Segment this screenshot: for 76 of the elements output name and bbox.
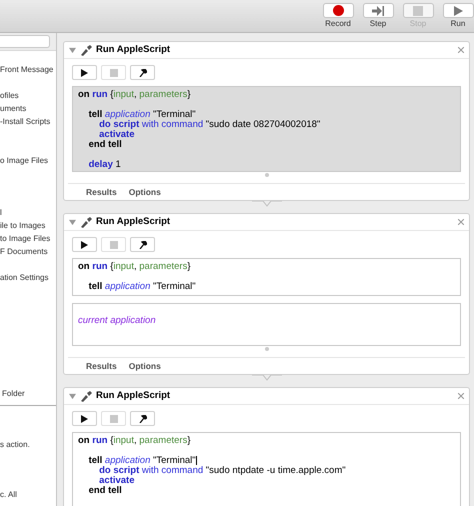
library-item[interactable]: ation Settings (0, 271, 56, 284)
script-editor[interactable]: on run {input, parameters} tell application "Terminal" do script with command "sudo ntpdate -u time.apple.com" activate end tell (72, 432, 461, 506)
library-item[interactable]: F Documents (0, 245, 56, 258)
disclosure-icon[interactable] (69, 392, 76, 400)
close-icon[interactable] (458, 47, 464, 53)
run-script-button[interactable] (72, 237, 97, 252)
result-text: current application (78, 315, 156, 326)
run-script-button[interactable] (72, 65, 97, 80)
step-icon (372, 6, 384, 16)
code-line: do script with command "sudo date 082704002018" (98, 120, 320, 130)
compile-button[interactable] (130, 237, 155, 252)
script-editor[interactable]: on run {input, parameters} tell application "Terminal" (72, 258, 461, 296)
description-text: c. All (0, 489, 18, 501)
toolbar-label: Run (450, 18, 466, 29)
stop-icon (110, 240, 118, 248)
stop-icon (110, 68, 118, 76)
hammer-icon (138, 68, 146, 76)
code-line: on run {input, parameters} (78, 436, 191, 446)
play-icon (454, 6, 462, 16)
code-line: end tell (88, 486, 122, 496)
library-item[interactable]: ofiles (0, 89, 56, 102)
resize-handle-icon[interactable] (264, 347, 268, 351)
play-icon (81, 414, 88, 422)
toolbar-button[interactable] (362, 3, 394, 18)
code-line: on run {input, parameters} (78, 90, 191, 100)
search-field[interactable] (0, 35, 50, 48)
description-text: s action. (0, 439, 31, 451)
library-item[interactable]: to Image Files (0, 232, 56, 245)
panel-tab[interactable]: Options (128, 360, 161, 372)
script-icon (80, 44, 92, 56)
library-item[interactable]: ile to Images (0, 219, 56, 232)
panel-tab[interactable]: Options (128, 186, 161, 198)
connector-notch (252, 375, 282, 383)
disclosure-icon[interactable] (69, 218, 76, 226)
close-icon[interactable] (458, 219, 464, 225)
code-line: tell application "Terminal" (88, 280, 196, 292)
library-item[interactable]: uments (0, 102, 56, 115)
code-line: activate (99, 476, 135, 486)
run-script-button[interactable] (72, 411, 97, 426)
library-item[interactable]: -Install Scripts (0, 115, 56, 128)
action-title: Run AppleScript (96, 214, 170, 229)
stop-icon (110, 414, 118, 422)
close-icon[interactable] (458, 393, 464, 399)
disclosure-icon[interactable] (69, 46, 76, 54)
script-icon (80, 390, 92, 402)
toolbar-label: Record (325, 18, 351, 29)
library-item[interactable]: l (0, 206, 56, 219)
compile-button[interactable] (130, 411, 155, 426)
hammer-icon (138, 240, 146, 248)
code-line: tell application "Terminal" (88, 108, 196, 120)
code-line: on run {input, parameters} (78, 262, 191, 272)
code-line: activate (98, 130, 135, 140)
code-line: delay 1 (88, 158, 121, 170)
section-label: Folder (1, 389, 25, 398)
code-line: tell application "Terminal" (88, 454, 197, 466)
panel-tab[interactable]: Results (86, 186, 117, 198)
hammer-icon (138, 414, 146, 422)
toolbar-button[interactable] (442, 3, 474, 18)
stop-icon (413, 6, 423, 16)
library-item[interactable]: o Image Files (0, 154, 56, 167)
connector-notch (252, 201, 282, 209)
script-icon (80, 216, 92, 228)
code-line: end tell (88, 140, 122, 150)
toolbar-label: Step (370, 18, 386, 29)
record-icon (332, 5, 344, 16)
library-item[interactable]: Front Message (0, 63, 56, 76)
action-title: Run AppleScript (96, 388, 170, 403)
play-icon (81, 240, 88, 248)
toolbar-button[interactable] (322, 3, 354, 18)
script-editor[interactable]: on run {input, parameters} tell application "Terminal" do script with command "sudo date 082704002018" activate end tell delay 1 (72, 86, 461, 172)
resize-handle-icon[interactable] (264, 173, 268, 177)
code-line: do script with command "sudo ntpdate -u time.apple.com" (98, 466, 346, 476)
panel-tab[interactable]: Results (86, 360, 117, 372)
action-title: Run AppleScript (96, 42, 170, 57)
play-icon (81, 68, 88, 76)
compile-button[interactable] (130, 65, 155, 80)
